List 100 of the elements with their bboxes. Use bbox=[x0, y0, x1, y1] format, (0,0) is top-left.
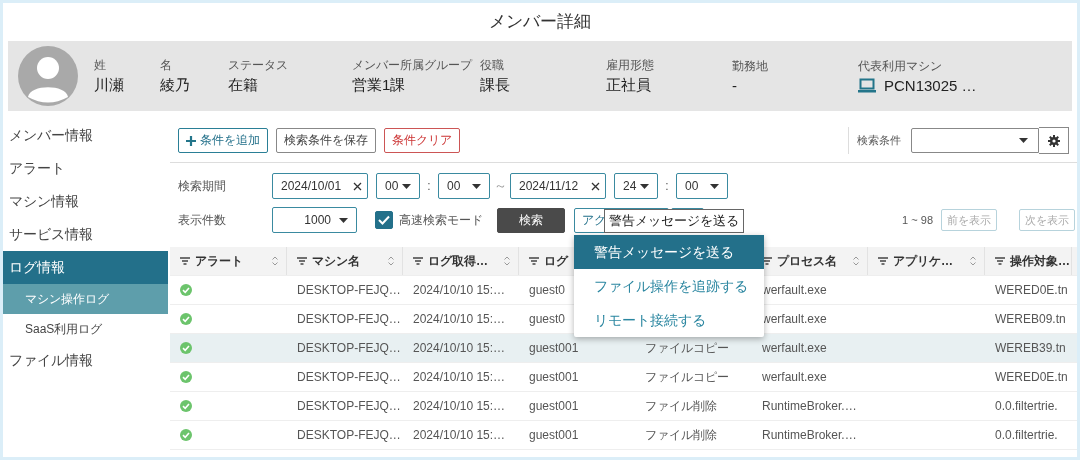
table-cell: 2024/10/10 15:… bbox=[413, 370, 506, 384]
checkbox[interactable] bbox=[375, 211, 393, 229]
date-field[interactable]: 2024/11/12 bbox=[510, 173, 606, 199]
column-header[interactable]: ログ bbox=[544, 252, 568, 270]
table-cell: WERED0E.tn bbox=[995, 283, 1068, 297]
table-cell: guest001 bbox=[529, 399, 579, 413]
table-cell: 2024/10/10 15:… bbox=[413, 341, 506, 355]
table-cell: guest0 bbox=[529, 283, 566, 297]
field-value: 綾乃 bbox=[160, 76, 190, 95]
sidebar-item[interactable]: サービス情報 bbox=[3, 218, 168, 251]
field-label: 姓 bbox=[94, 57, 107, 74]
table-cell: ファイルコピー bbox=[645, 339, 729, 357]
laptop-icon bbox=[858, 78, 876, 93]
column-header[interactable]: マシン名 bbox=[312, 252, 360, 270]
plus-icon bbox=[186, 135, 196, 146]
filter-icon bbox=[529, 257, 539, 265]
table-cell: ファイル削除 bbox=[645, 397, 717, 415]
date-field[interactable]: 2024/10/01 bbox=[272, 173, 368, 199]
sidebar-subitem[interactable]: SaaS利用ログ bbox=[3, 314, 168, 344]
settings-icon bbox=[1047, 134, 1060, 147]
field-value: 営業1課 bbox=[352, 76, 406, 95]
window-title: メンバー詳細 bbox=[489, 10, 591, 33]
menu-item[interactable]: ファイル操作を追跡する bbox=[574, 268, 764, 303]
colon-text: : bbox=[426, 179, 432, 193]
select-field[interactable]: 00 bbox=[438, 173, 490, 199]
column-header[interactable]: プロセス名 bbox=[777, 252, 837, 270]
sidebar-item[interactable]: マシン情報 bbox=[3, 185, 168, 218]
table-cell: werfault.exe bbox=[762, 370, 827, 384]
avatar-icon bbox=[18, 46, 78, 106]
column-header[interactable]: ログ取得… bbox=[428, 252, 488, 270]
settings-button[interactable] bbox=[1039, 127, 1069, 154]
column-header[interactable]: アラート bbox=[195, 252, 243, 270]
caret-icon bbox=[640, 183, 649, 189]
table-cell: DESKTOP-FEJQ… bbox=[297, 341, 401, 355]
table-cell: 2024/10/10 15:… bbox=[413, 312, 506, 326]
caret-icon bbox=[1019, 138, 1028, 143]
filter-icon bbox=[297, 257, 307, 265]
menu-item[interactable]: リモート接続する bbox=[574, 302, 764, 337]
table-cell: guest001 bbox=[529, 341, 579, 355]
add-condition-button[interactable]: 条件を追加 bbox=[178, 128, 268, 153]
caret-icon bbox=[339, 217, 348, 223]
field-label: 表示件数 bbox=[178, 211, 227, 229]
result-range: 1 ~ 98 bbox=[902, 214, 933, 226]
sidebar-item[interactable]: メンバー情報 bbox=[3, 119, 168, 152]
clear-button[interactable]: 条件クリア bbox=[384, 128, 460, 153]
save-button[interactable]: 検索条件を保存 bbox=[276, 128, 376, 153]
filter-icon bbox=[878, 257, 888, 265]
field-value: PCN13025 … bbox=[884, 77, 977, 94]
field-value: 川瀬 bbox=[94, 76, 124, 95]
sidebar-item[interactable]: アラート bbox=[3, 152, 168, 185]
select-field[interactable]: 24 bbox=[614, 173, 658, 199]
table-cell: werfault.exe bbox=[762, 341, 827, 355]
menu-item[interactable]: 警告メッセージを送る bbox=[574, 234, 764, 269]
checkbox-label: 高速検索モード bbox=[399, 211, 483, 229]
sidebar-item[interactable]: ファイル情報 bbox=[3, 344, 168, 377]
field-label: 検索条件 bbox=[857, 133, 901, 148]
caret-icon bbox=[402, 183, 411, 189]
table-cell: DESKTOP-FEJQ… bbox=[297, 399, 401, 413]
select-field[interactable]: 00 bbox=[676, 173, 728, 199]
tooltip: 警告メッセージを送る bbox=[604, 208, 744, 233]
field-label: 検索期間 bbox=[178, 177, 227, 195]
table-cell: RuntimeBroker.… bbox=[762, 399, 857, 413]
field-value: 在籍 bbox=[228, 76, 258, 95]
caret-icon bbox=[472, 183, 481, 189]
select-field[interactable]: 1000 bbox=[272, 207, 357, 233]
caret-icon bbox=[710, 183, 719, 189]
search-button[interactable]: 検索 bbox=[497, 207, 565, 233]
clear-icon bbox=[353, 181, 362, 191]
filter-icon bbox=[762, 257, 772, 265]
filter-icon bbox=[180, 257, 190, 265]
field-label: ステータス bbox=[228, 57, 289, 74]
field-value: - bbox=[732, 77, 737, 94]
table-cell: 0.0.filtertrie. bbox=[995, 399, 1058, 413]
field-label: 雇用形態 bbox=[606, 57, 655, 74]
table-cell: DESKTOP-FEJQ… bbox=[297, 283, 401, 297]
field-value: 正社員 bbox=[606, 76, 651, 95]
column-header[interactable]: 操作対象… bbox=[1010, 252, 1070, 270]
table-cell: 2024/10/10 15:… bbox=[413, 283, 506, 297]
filter-icon bbox=[995, 257, 1005, 265]
select-field[interactable]: 00 bbox=[376, 173, 420, 199]
table-cell: guest001 bbox=[529, 428, 579, 442]
field-label: 名 bbox=[160, 57, 173, 74]
field-value: 課長 bbox=[480, 76, 510, 95]
sidebar-item[interactable]: ログ情報 bbox=[3, 251, 168, 284]
table-cell: 0.0.filtertrie. bbox=[995, 428, 1058, 442]
table-cell: RuntimeBroker.… bbox=[762, 428, 857, 442]
table-cell: WEREB09.tn bbox=[995, 312, 1066, 326]
table-cell: guest0 bbox=[529, 312, 566, 326]
field-label: 勤務地 bbox=[732, 58, 769, 75]
filter-icon bbox=[413, 257, 423, 265]
colon-text: : bbox=[664, 179, 670, 193]
table-cell: 2024/10/10 15:… bbox=[413, 428, 506, 442]
range-separator: ～ bbox=[492, 177, 508, 195]
table-cell: DESKTOP-FEJQ… bbox=[297, 428, 401, 442]
clear-icon bbox=[591, 181, 600, 191]
field-label: メンバー所属グループ bbox=[352, 57, 474, 74]
table-cell: werfault.exe bbox=[762, 283, 827, 297]
column-header[interactable]: アプリケ… bbox=[893, 252, 953, 270]
table-cell: guest001 bbox=[529, 370, 579, 384]
field-label: 役職 bbox=[480, 57, 505, 74]
